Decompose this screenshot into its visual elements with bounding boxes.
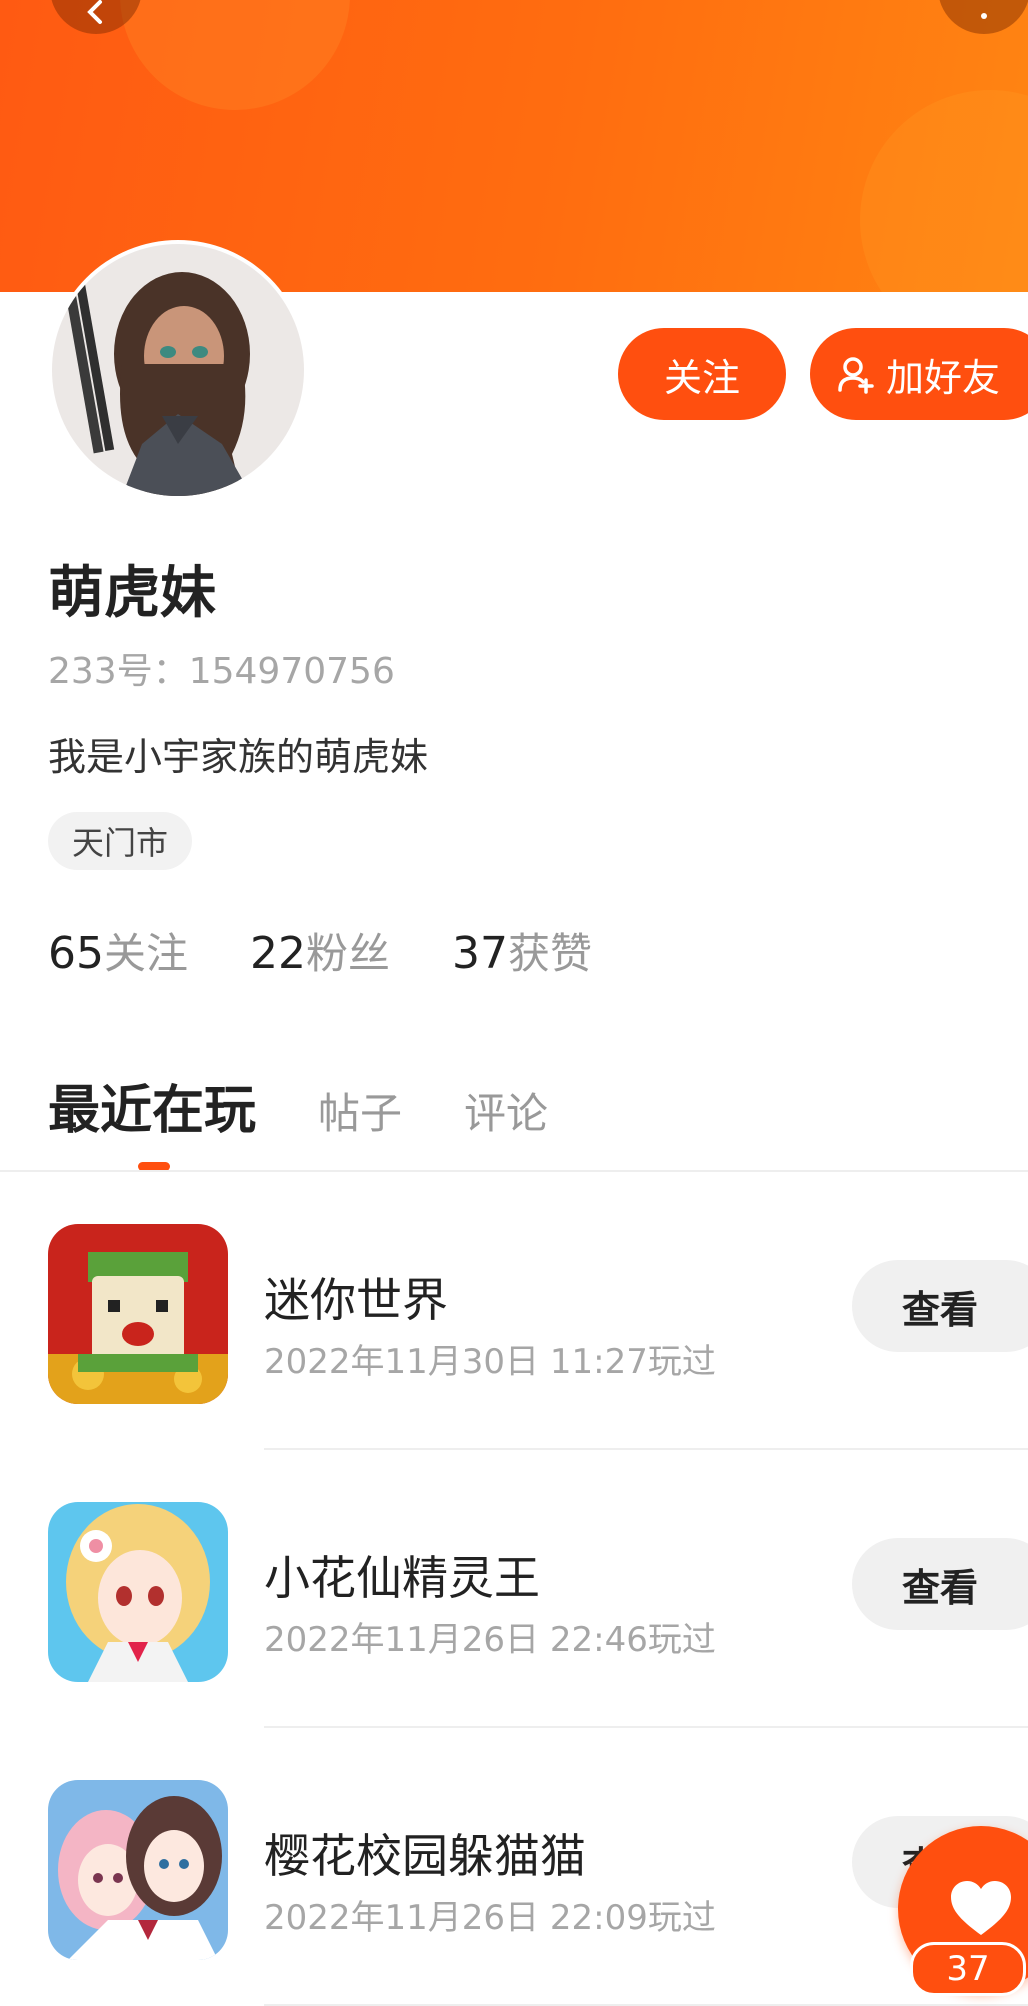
follow-button-label: 关注 bbox=[663, 355, 740, 400]
like-count-badge: 37 bbox=[910, 1942, 1026, 1996]
add-user-icon bbox=[838, 357, 874, 394]
stat-count: 37 bbox=[452, 928, 509, 979]
stat-following[interactable]: 65 关注 bbox=[48, 920, 188, 981]
profile-tabs: 最近在玩 帖子 评论 bbox=[48, 1068, 610, 1143]
stat-label: 关注 bbox=[104, 929, 189, 978]
profile-name: 萌虎妹 bbox=[48, 561, 216, 626]
location-tag: 天门市 bbox=[48, 812, 193, 870]
game-title: 樱花校园躲猫猫 bbox=[264, 1829, 586, 1883]
game-icon-mini-world bbox=[48, 1224, 228, 1404]
profile-bio: 我是小宇家族的萌虎妹 bbox=[48, 735, 429, 779]
game-played-time: 2022年11月26日 22:09玩过 bbox=[264, 1898, 716, 1938]
stat-count: 22 bbox=[250, 928, 307, 979]
avatar-illustration bbox=[52, 244, 304, 496]
game-icon-flower-fairy bbox=[48, 1502, 228, 1682]
profile-stats: 65 关注 22 粉丝 37 获赞 bbox=[48, 920, 654, 981]
avatar[interactable] bbox=[52, 244, 304, 496]
view-button[interactable]: 查看 bbox=[852, 1538, 1028, 1630]
heart-icon bbox=[951, 1881, 1011, 1935]
view-button-label: 查看 bbox=[902, 1287, 979, 1332]
add-friend-button[interactable]: 加好友 bbox=[810, 328, 1028, 420]
view-button[interactable]: 查看 bbox=[852, 1260, 1028, 1352]
list-item[interactable]: 迷你世界 2022年11月30日 11:27玩过 查看 bbox=[0, 1172, 1028, 1450]
chevron-left-icon bbox=[87, 0, 102, 24]
game-icon-sakura-school bbox=[48, 1780, 228, 1960]
profile-uid: 233号：154970756 bbox=[48, 642, 395, 694]
game-played-time: 2022年11月30日 11:27玩过 bbox=[264, 1342, 716, 1382]
banner-decoration bbox=[120, 0, 350, 110]
uid-value: 154970756 bbox=[188, 651, 395, 692]
game-title: 小花仙精灵王 bbox=[264, 1551, 540, 1605]
tab-recently-played[interactable]: 最近在玩 bbox=[48, 1068, 256, 1143]
like-count: 37 bbox=[946, 1949, 990, 1989]
stat-fans[interactable]: 22 粉丝 bbox=[250, 920, 390, 981]
stat-count: 65 bbox=[48, 928, 104, 979]
list-item[interactable]: 小花仙精灵王 2022年11月26日 22:46玩过 查看 bbox=[0, 1450, 1028, 1728]
stat-label: 获赞 bbox=[508, 929, 593, 978]
follow-button[interactable]: 关注 bbox=[618, 328, 786, 420]
location-label: 天门市 bbox=[72, 824, 169, 862]
view-button-label: 查看 bbox=[902, 1565, 979, 1610]
uid-label: 233号： bbox=[48, 651, 189, 692]
more-icon bbox=[981, 13, 987, 19]
banner-decoration bbox=[860, 90, 1028, 292]
more-button[interactable] bbox=[938, 0, 1028, 34]
list-item[interactable]: 樱花校园躲猫猫 2022年11月26日 22:09玩过 查看 bbox=[0, 1728, 1028, 2006]
game-played-time: 2022年11月26日 22:46玩过 bbox=[264, 1620, 716, 1660]
tab-comments[interactable]: 评论 bbox=[464, 1080, 548, 1141]
add-friend-button-label: 加好友 bbox=[886, 355, 1001, 400]
game-title: 迷你世界 bbox=[264, 1273, 448, 1327]
tab-posts[interactable]: 帖子 bbox=[318, 1080, 402, 1141]
stat-likes[interactable]: 37 获赞 bbox=[452, 920, 592, 981]
stat-label: 粉丝 bbox=[306, 929, 391, 978]
